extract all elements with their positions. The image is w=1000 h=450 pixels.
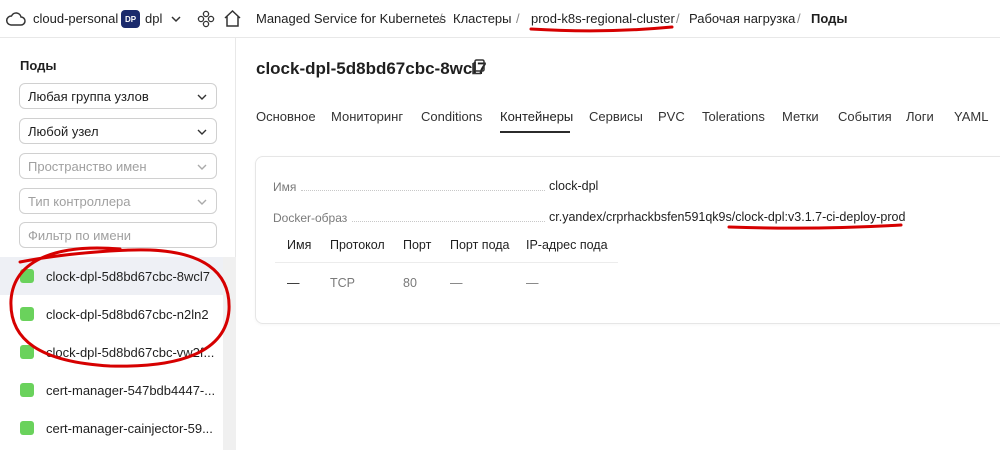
chevron-down-icon (197, 164, 207, 170)
status-indicator (20, 383, 34, 397)
docker-image-value: cr.yandex/crprhackbsfen591qk9s/clock-dpl… (549, 210, 906, 224)
status-indicator (20, 345, 34, 359)
tab-labels[interactable]: Метки (782, 109, 819, 124)
tab-containers[interactable]: Контейнеры (500, 109, 573, 124)
status-indicator (20, 421, 34, 435)
ports-header-protocol: Протокол (330, 238, 385, 252)
breadcrumb-pods: Поды (811, 11, 848, 26)
namespace-placeholder: Пространство имен (28, 159, 147, 174)
breadcrumb-clusters[interactable]: Кластеры (453, 11, 512, 26)
docker-image-label: Docker-образ (273, 211, 348, 225)
list-item[interactable]: cert-manager-cainjector-59... (0, 409, 223, 447)
leader-dots (301, 190, 545, 191)
list-item[interactable]: clock-dpl-5d8bd67cbc-n2ln2 (0, 295, 223, 333)
node-group-select[interactable]: Любая группа узлов (19, 83, 217, 109)
port-row-protocol: TCP (330, 276, 355, 290)
scrollbar[interactable] (223, 257, 236, 450)
chevron-down-icon (197, 199, 207, 205)
home-icon[interactable] (223, 9, 242, 28)
breadcrumb-workload[interactable]: Рабочая нагрузка (689, 11, 795, 26)
port-row-pod-ip: — (526, 276, 539, 290)
ports-header-pod-port: Порт пода (450, 238, 510, 252)
top-bar: cloud-personal DP dpl Managed Service fo… (0, 0, 1000, 38)
name-filter-input[interactable]: Фильтр по имени (19, 222, 217, 248)
ports-header-pod-ip: IP-адрес пода (526, 238, 608, 252)
tab-tolerations[interactable]: Tolerations (702, 109, 765, 124)
active-tab-indicator (500, 131, 570, 133)
chevron-down-icon (197, 129, 207, 135)
pod-name: cert-manager-cainjector-59... (46, 420, 213, 436)
table-divider (275, 262, 618, 263)
cloud-selector[interactable]: cloud-personal (33, 11, 118, 26)
pod-list: clock-dpl-5d8bd67cbc-8wcl7 clock-dpl-5d8… (0, 257, 223, 447)
folder-selector[interactable]: dpl (145, 11, 162, 26)
breadcrumb-separator: / (797, 11, 801, 26)
tab-bar: Основное Мониторинг Conditions Контейнер… (256, 108, 1000, 132)
tab-events[interactable]: События (838, 109, 892, 124)
pod-name: clock-dpl-5d8bd67cbc-n2ln2 (46, 306, 209, 322)
list-item[interactable]: cert-manager-547bdb4447-... (0, 371, 223, 409)
status-indicator (20, 307, 34, 321)
name-filter-placeholder: Фильтр по имени (28, 228, 132, 243)
port-row-port: 80 (403, 276, 417, 290)
controller-placeholder: Тип контроллера (28, 194, 131, 209)
list-item[interactable]: clock-dpl-5d8bd67cbc-vw2f... (0, 333, 223, 371)
status-indicator (20, 269, 34, 283)
tab-services[interactable]: Сервисы (589, 109, 643, 124)
chevron-down-icon (197, 94, 207, 100)
pod-name: cert-manager-547bdb4447-... (46, 382, 216, 398)
container-name-label: Имя (273, 180, 297, 194)
tab-overview[interactable]: Основное (256, 109, 316, 124)
port-row-name: — (287, 276, 300, 290)
sidebar-title: Поды (20, 58, 57, 73)
node-value: Любой узел (28, 124, 99, 139)
tab-yaml[interactable]: YAML (954, 109, 988, 124)
ports-header-port: Порт (403, 238, 432, 252)
container-name-value: clock-dpl (549, 179, 599, 193)
leader-dots (352, 221, 545, 222)
breadcrumb-cluster[interactable]: prod-k8s-regional-cluster (531, 11, 675, 26)
folder-badge: DP (121, 10, 140, 28)
controller-type-select[interactable]: Тип контроллера (19, 188, 217, 214)
services-icon[interactable] (197, 10, 215, 28)
breadcrumb-separator: / (516, 11, 520, 26)
node-select[interactable]: Любой узел (19, 118, 217, 144)
tab-pvc[interactable]: PVC (658, 109, 685, 124)
list-item[interactable]: clock-dpl-5d8bd67cbc-8wcl7 (0, 257, 223, 295)
chevron-down-icon[interactable] (170, 13, 182, 25)
page-title: clock-dpl-5d8bd67cbc-8wcl7 (256, 59, 487, 78)
copy-icon[interactable] (471, 59, 485, 75)
breadcrumb-separator: / (676, 11, 680, 26)
breadcrumb-service[interactable]: Managed Service for Kubernetes (256, 11, 446, 26)
tab-monitoring[interactable]: Мониторинг (331, 109, 403, 124)
sidebar: Поды Любая группа узлов Любой узел Прост… (0, 38, 236, 450)
tab-logs[interactable]: Логи (906, 109, 934, 124)
port-row-pod-port: — (450, 276, 463, 290)
pod-name: clock-dpl-5d8bd67cbc-vw2f... (46, 344, 215, 360)
breadcrumb-separator: / (439, 11, 443, 26)
ports-header-name: Имя (287, 238, 312, 252)
pod-name: clock-dpl-5d8bd67cbc-8wcl7 (46, 268, 211, 284)
namespace-select[interactable]: Пространство имен (19, 153, 217, 179)
cloud-icon (6, 12, 26, 26)
tab-conditions[interactable]: Conditions (421, 109, 482, 124)
node-group-value: Любая группа узлов (28, 89, 149, 104)
